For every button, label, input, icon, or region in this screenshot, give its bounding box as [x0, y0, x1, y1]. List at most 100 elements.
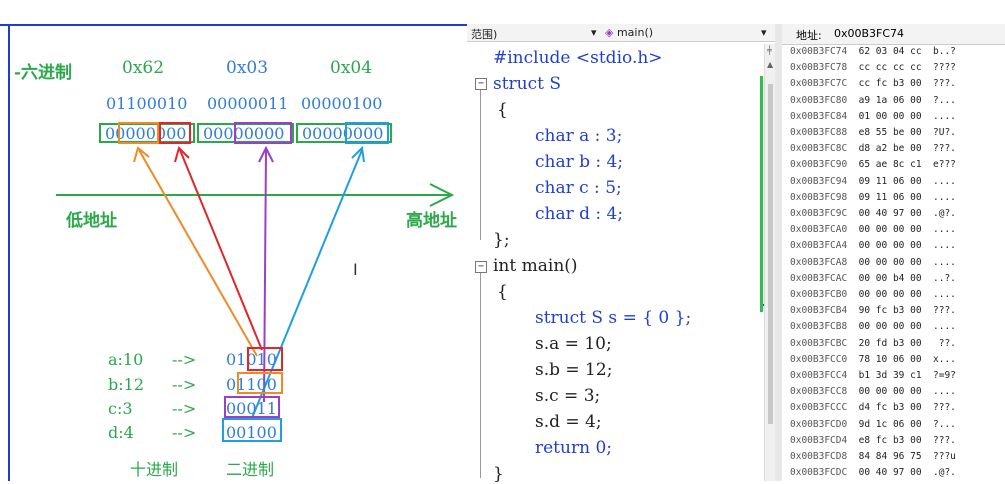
- memory-row-bytes: 09 11 06 00: [847, 175, 922, 187]
- scrollbar-thumb[interactable]: [768, 84, 773, 424]
- fold-guide-struct: [480, 90, 481, 240]
- memory-row[interactable]: 0x00B3FCC8 00 00 00 00 ....: [790, 386, 956, 397]
- memory-row-ascii: ?...: [921, 94, 956, 106]
- memory-row[interactable]: 0x00B3FC8C d8 a2 be 00 ???.: [790, 143, 956, 154]
- memory-row[interactable]: 0x00B3FC78 cc cc cc cc ????: [790, 62, 956, 73]
- memory-row-address: 0x00B3FCB8: [790, 321, 848, 333]
- memory-row[interactable]: 0x00B3FCB8 00 00 00 00 ....: [790, 321, 956, 332]
- memory-row-address: 0x00B3FC80: [790, 94, 848, 106]
- code-line-10: {: [497, 282, 508, 302]
- memory-row[interactable]: 0x00B3FCB4 90 fc b3 00 ???.: [790, 305, 956, 316]
- memory-row-ascii: e???: [921, 159, 956, 171]
- memory-row[interactable]: 0x00B3FCD4 e8 fc b3 00 ???.: [790, 435, 956, 446]
- memory-row[interactable]: 0x00B3FCD0 9d 1c 06 00 ?...: [790, 419, 956, 430]
- memory-row-address: 0x00B3FCAC: [790, 272, 848, 284]
- memory-row[interactable]: 0x00B3FC98 09 11 06 00 ....: [790, 192, 956, 203]
- memory-row[interactable]: 0x00B3FC84 01 00 00 00 ....: [790, 111, 956, 122]
- memory-row-ascii: x...: [921, 353, 956, 365]
- memory-row-bytes: 9d 1c 06 00: [847, 418, 922, 430]
- low-address-label: 低地址: [66, 211, 117, 231]
- memory-row[interactable]: 0x00B3FCCC d4 fc b3 00 ???.: [790, 402, 956, 413]
- code-line-5: char b : 4;: [535, 152, 624, 172]
- scope-dropdown[interactable]: 范围) ▾: [471, 26, 601, 42]
- mapping-d-highlight: [222, 418, 282, 442]
- memory-row-ascii: ....: [921, 175, 956, 187]
- memory-row[interactable]: 0x00B3FCA4 00 00 00 00 ....: [790, 240, 956, 251]
- memory-row-ascii: ???.: [921, 434, 956, 446]
- ibeam-cursor-icon: I: [353, 260, 358, 279]
- memory-row-bytes: 65 ae 8c c1: [847, 159, 922, 171]
- memory-row-bytes: 62 03 04 cc: [847, 46, 922, 57]
- code-line-6: char c : 5;: [535, 178, 622, 198]
- memory-row-address: 0x00B3FCA8: [790, 256, 848, 268]
- high-address-label: 高地址: [406, 211, 457, 231]
- code-line-14: s.c = 3;: [535, 386, 601, 406]
- address-input[interactable]: 0x00B3FC74: [834, 27, 904, 40]
- memory-row[interactable]: 0x00B3FC80 a9 1a 06 00 ?...: [790, 95, 956, 106]
- memory-row-ascii: ....: [921, 224, 956, 236]
- memory-row-bytes: e8 fc b3 00: [847, 434, 922, 446]
- memory-row[interactable]: 0x00B3FCC0 78 10 06 00 x...: [790, 354, 956, 365]
- memory-row-ascii: ....: [921, 321, 956, 333]
- function-icon: ◈: [605, 26, 614, 39]
- memory-row[interactable]: 0x00B3FC94 09 11 06 00 ....: [790, 176, 956, 187]
- memory-address-bar: 地址: 0x00B3FC74: [782, 24, 1005, 45]
- code-line-4: char a : 3;: [535, 126, 623, 146]
- split-icon[interactable]: ╪: [767, 46, 772, 55]
- memory-row-address: 0x00B3FCC4: [790, 370, 848, 381]
- field-b-arrow: [179, 149, 263, 351]
- memory-row-address: 0x00B3FC74: [790, 46, 848, 57]
- memory-row-ascii: b..?: [921, 46, 956, 57]
- mapping-a-arrow: -->: [172, 350, 197, 369]
- memory-row-ascii: ....: [921, 256, 956, 268]
- memory-row-ascii: ..?.: [921, 272, 956, 284]
- memory-row-address: 0x00B3FC84: [790, 110, 848, 122]
- memory-row-bytes: 00 40 97 00: [847, 467, 922, 479]
- memory-row-address: 0x00B3FCD8: [790, 451, 848, 462]
- editor-navigation-bar: 范围) ▾ ◈ main() ▾: [467, 24, 775, 42]
- mapping-b-highlight: [237, 372, 283, 394]
- memory-row[interactable]: 0x00B3FCD8 84 84 96 75 ???u: [790, 451, 956, 462]
- memory-row[interactable]: 0x00B3FCAC 00 00 b4 00 ..?.: [790, 273, 956, 284]
- code-line-15: s.d = 4;: [535, 412, 602, 432]
- mapping-d-label: d:4: [108, 423, 134, 442]
- memory-row-address: 0x00B3FC98: [790, 191, 848, 203]
- memory-row[interactable]: 0x00B3FCDC 00 40 97 00 .@?.: [790, 467, 956, 478]
- function-dropdown[interactable]: ◈ main() ▾: [605, 26, 773, 39]
- memory-row[interactable]: 0x00B3FC7C cc fc b3 00 ???.: [790, 78, 956, 89]
- function-dropdown-label: main(): [616, 26, 654, 39]
- memory-row[interactable]: 0x00B3FCBC 20 fd b3 00 ??.: [790, 338, 956, 349]
- memory-window[interactable]: 地址: 0x00B3FC74 0x00B3FC74 62 03 04 cc b.…: [782, 24, 1005, 481]
- bitfield-diagram: -六进制 0x62 0x03 0x04 01100010 00000011 00…: [0, 0, 467, 481]
- memory-row[interactable]: 0x00B3FC88 e8 55 be 00 ?U?.: [790, 127, 956, 138]
- memory-row[interactable]: 0x00B3FC9C 00 40 97 00 .@?.: [790, 208, 956, 219]
- memory-row[interactable]: 0x00B3FC90 65 ae 8c c1 e???: [790, 159, 956, 170]
- mapping-c-highlight: [224, 396, 280, 418]
- memory-row-ascii: ???.: [921, 143, 956, 155]
- memory-row[interactable]: 0x00B3FCA8 00 00 00 00 ....: [790, 257, 956, 268]
- code-editor[interactable]: 范围) ▾ ◈ main() ▾ − − #include <stdio.h> …: [467, 24, 776, 484]
- memory-row-ascii: ?=9?: [921, 370, 956, 381]
- memory-row-bytes: 00 00 00 00: [847, 240, 922, 252]
- fold-guide-main: [480, 273, 481, 478]
- pane-splitter[interactable]: [775, 24, 782, 481]
- memory-row-ascii: ???.: [921, 305, 956, 317]
- memory-row-address: 0x00B3FC9C: [790, 208, 848, 219]
- memory-row-ascii: ???.: [921, 78, 956, 90]
- mapping-c-label: c:3: [108, 399, 133, 418]
- memory-row-address: 0x00B3FCB4: [790, 305, 848, 317]
- collapse-main-icon[interactable]: −: [475, 261, 487, 273]
- memory-row-ascii: ?U?.: [921, 127, 956, 138]
- memory-row-address: 0x00B3FC7C: [790, 78, 848, 90]
- scroll-up-icon[interactable]: ▲: [767, 60, 773, 69]
- memory-row-address: 0x00B3FC94: [790, 175, 848, 187]
- memory-row[interactable]: 0x00B3FCB0 00 00 00 00 ....: [790, 289, 956, 300]
- memory-row[interactable]: 0x00B3FC74 62 03 04 cc b..?: [790, 46, 956, 57]
- memory-row-address: 0x00B3FCCC: [790, 402, 848, 414]
- mapping-a-highlight: [247, 347, 283, 371]
- memory-row[interactable]: 0x00B3FCA0 00 00 00 00 ....: [790, 224, 956, 235]
- collapse-struct-icon[interactable]: −: [475, 78, 487, 90]
- memory-row-address: 0x00B3FCB0: [790, 289, 848, 300]
- memory-row-bytes: 01 00 00 00: [847, 110, 922, 122]
- memory-row[interactable]: 0x00B3FCC4 b1 3d 39 c1 ?=9?: [790, 370, 956, 381]
